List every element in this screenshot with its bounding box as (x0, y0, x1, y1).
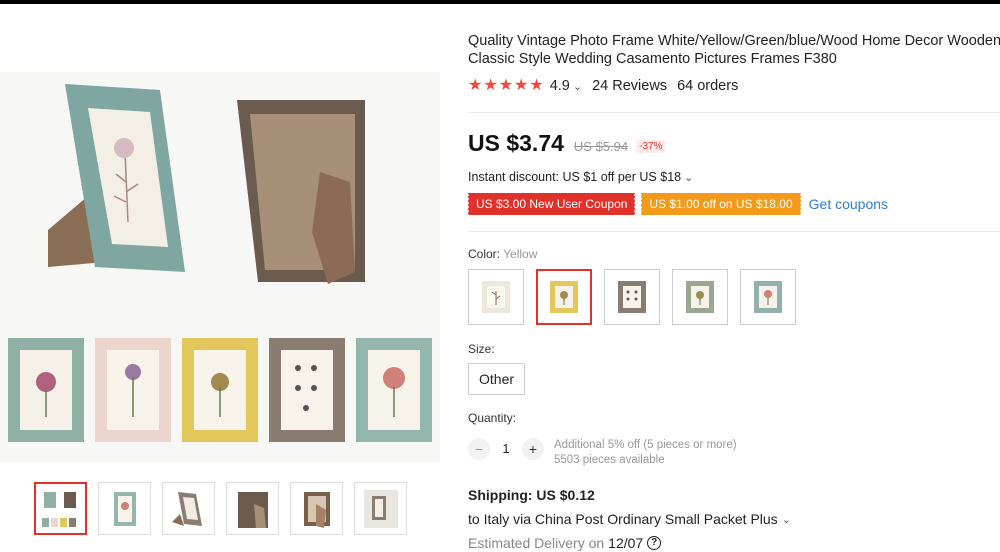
quantity-note: Additional 5% off (5 pieces or more) 550… (554, 438, 737, 468)
thumbnail-1[interactable] (34, 482, 87, 535)
decrease-quantity-button[interactable]: − (468, 438, 490, 460)
delivery-prefix: Estimated Delivery on (468, 535, 605, 551)
discount-badge: -37% (636, 140, 666, 153)
thumbnail-strip (34, 482, 407, 535)
quantity-stepper: − 1 + Additional 5% off (5 pieces or mor… (468, 438, 737, 468)
orders-count: 64 orders (677, 78, 739, 94)
chevron-down-icon[interactable]: ⌄ (782, 513, 791, 526)
star-icon: ★ (514, 77, 529, 94)
shipping-route-text: to Italy via China Post Ordinary Small P… (468, 511, 778, 527)
star-icon: ★ (498, 77, 514, 94)
instant-discount-text: Instant discount: US $1 off per US $18 (468, 170, 682, 184)
chevron-down-icon[interactable]: ⌄ (684, 171, 693, 184)
shipping-cost: Shipping: US $0.12 (468, 487, 595, 503)
store-coupon[interactable]: US $1.00 off on US $18.00 (640, 193, 801, 215)
increase-quantity-button[interactable]: + (522, 438, 544, 460)
thumbnail-6[interactable] (354, 482, 407, 535)
original-price: US $5.94 (573, 139, 629, 154)
quantity-input[interactable]: 1 (490, 438, 522, 460)
current-price: US $3.74 (468, 130, 564, 156)
main-product-image[interactable] (0, 72, 440, 462)
chevron-down-icon[interactable]: ⌄ (573, 80, 582, 93)
product-title: Quality Vintage Photo Frame White/Yellow… (468, 32, 1000, 68)
shipping-route[interactable]: to Italy via China Post Ordinary Small P… (468, 511, 791, 527)
instant-discount[interactable]: Instant discount: US $1 off per US $18 ⌄ (468, 170, 693, 184)
swatch-yellow[interactable] (536, 269, 592, 325)
quantity-label: Quantity: (468, 411, 517, 425)
color-swatches (468, 269, 796, 325)
coupon-row: US $3.00 New User Coupon US $1.00 off on… (466, 193, 888, 215)
product-info: Quality Vintage Photo Frame White/Yellow… (466, 32, 1000, 551)
thumbnail-5[interactable] (290, 482, 343, 535)
swatch-wood[interactable] (604, 269, 660, 325)
swatch-white[interactable] (468, 269, 524, 325)
swatch-green[interactable] (672, 269, 728, 325)
get-coupons-link[interactable]: Get coupons (809, 196, 888, 212)
delivery-date: 12/07 (608, 535, 644, 551)
divider (468, 112, 1000, 113)
rating-score[interactable]: 4.9 (550, 78, 570, 94)
divider (468, 231, 1000, 232)
color-label: Color: Yellow (468, 247, 537, 261)
estimated-delivery: Estimated Delivery on 12/07 ? (468, 535, 662, 551)
rating-stars: ★ ★ ★ ★ ★ (468, 78, 544, 94)
star-icon: ★ (468, 77, 483, 94)
product-title-line1: Quality Vintage Photo Frame White/Yellow… (468, 33, 1000, 49)
thumbnail-2[interactable] (98, 482, 151, 535)
selected-color: Yellow (503, 247, 538, 261)
price-row: US $3.74 US $5.94 -37% (468, 130, 666, 157)
reviews-link[interactable]: 24 Reviews (592, 78, 667, 94)
product-title-line2: Classic Style Wedding Casamento Pictures… (468, 51, 837, 67)
size-option-button[interactable]: Other (468, 363, 526, 395)
color-label-text: Color: (468, 247, 501, 261)
size-label: Size: (468, 342, 495, 356)
new-user-coupon[interactable]: US $3.00 New User Coupon (466, 193, 636, 215)
thumbnail-4[interactable] (226, 482, 279, 535)
thumbnail-3[interactable] (162, 482, 215, 535)
question-circle-icon[interactable]: ? (647, 536, 662, 550)
rating-row: ★ ★ ★ ★ ★ 4.9 ⌄ 24 Reviews 64 orders (468, 77, 1000, 95)
top-bar (0, 0, 1000, 4)
bulk-discount-note: Additional 5% off (5 pieces or more) (554, 439, 737, 451)
pieces-available: 5503 pieces available (554, 454, 665, 466)
star-icon: ★ (483, 77, 498, 94)
swatch-blue[interactable] (740, 269, 796, 325)
star-icon: ★ (529, 77, 544, 94)
